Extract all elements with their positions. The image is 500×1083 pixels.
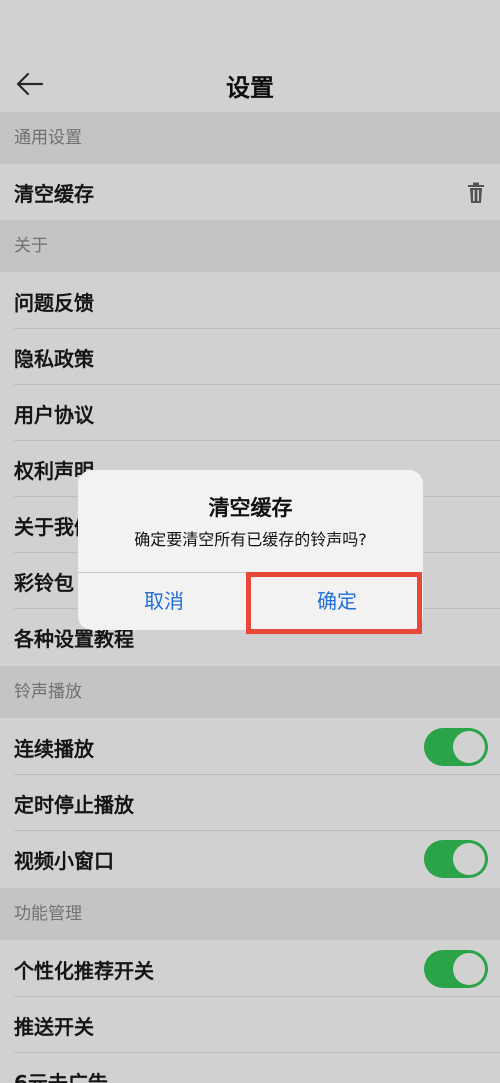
settings-screen: 设置 通用设置 清空缓存 关于 问题反馈 隐私政策 用户协议 权利声明 关于我们…	[0, 0, 500, 1083]
cancel-button[interactable]: 取消	[78, 572, 250, 630]
dialog-title: 清空缓存	[208, 496, 293, 520]
confirm-highlight-box	[246, 572, 422, 634]
dialog-message: 确定要清空所有已缓存的铃声吗?	[134, 530, 367, 549]
